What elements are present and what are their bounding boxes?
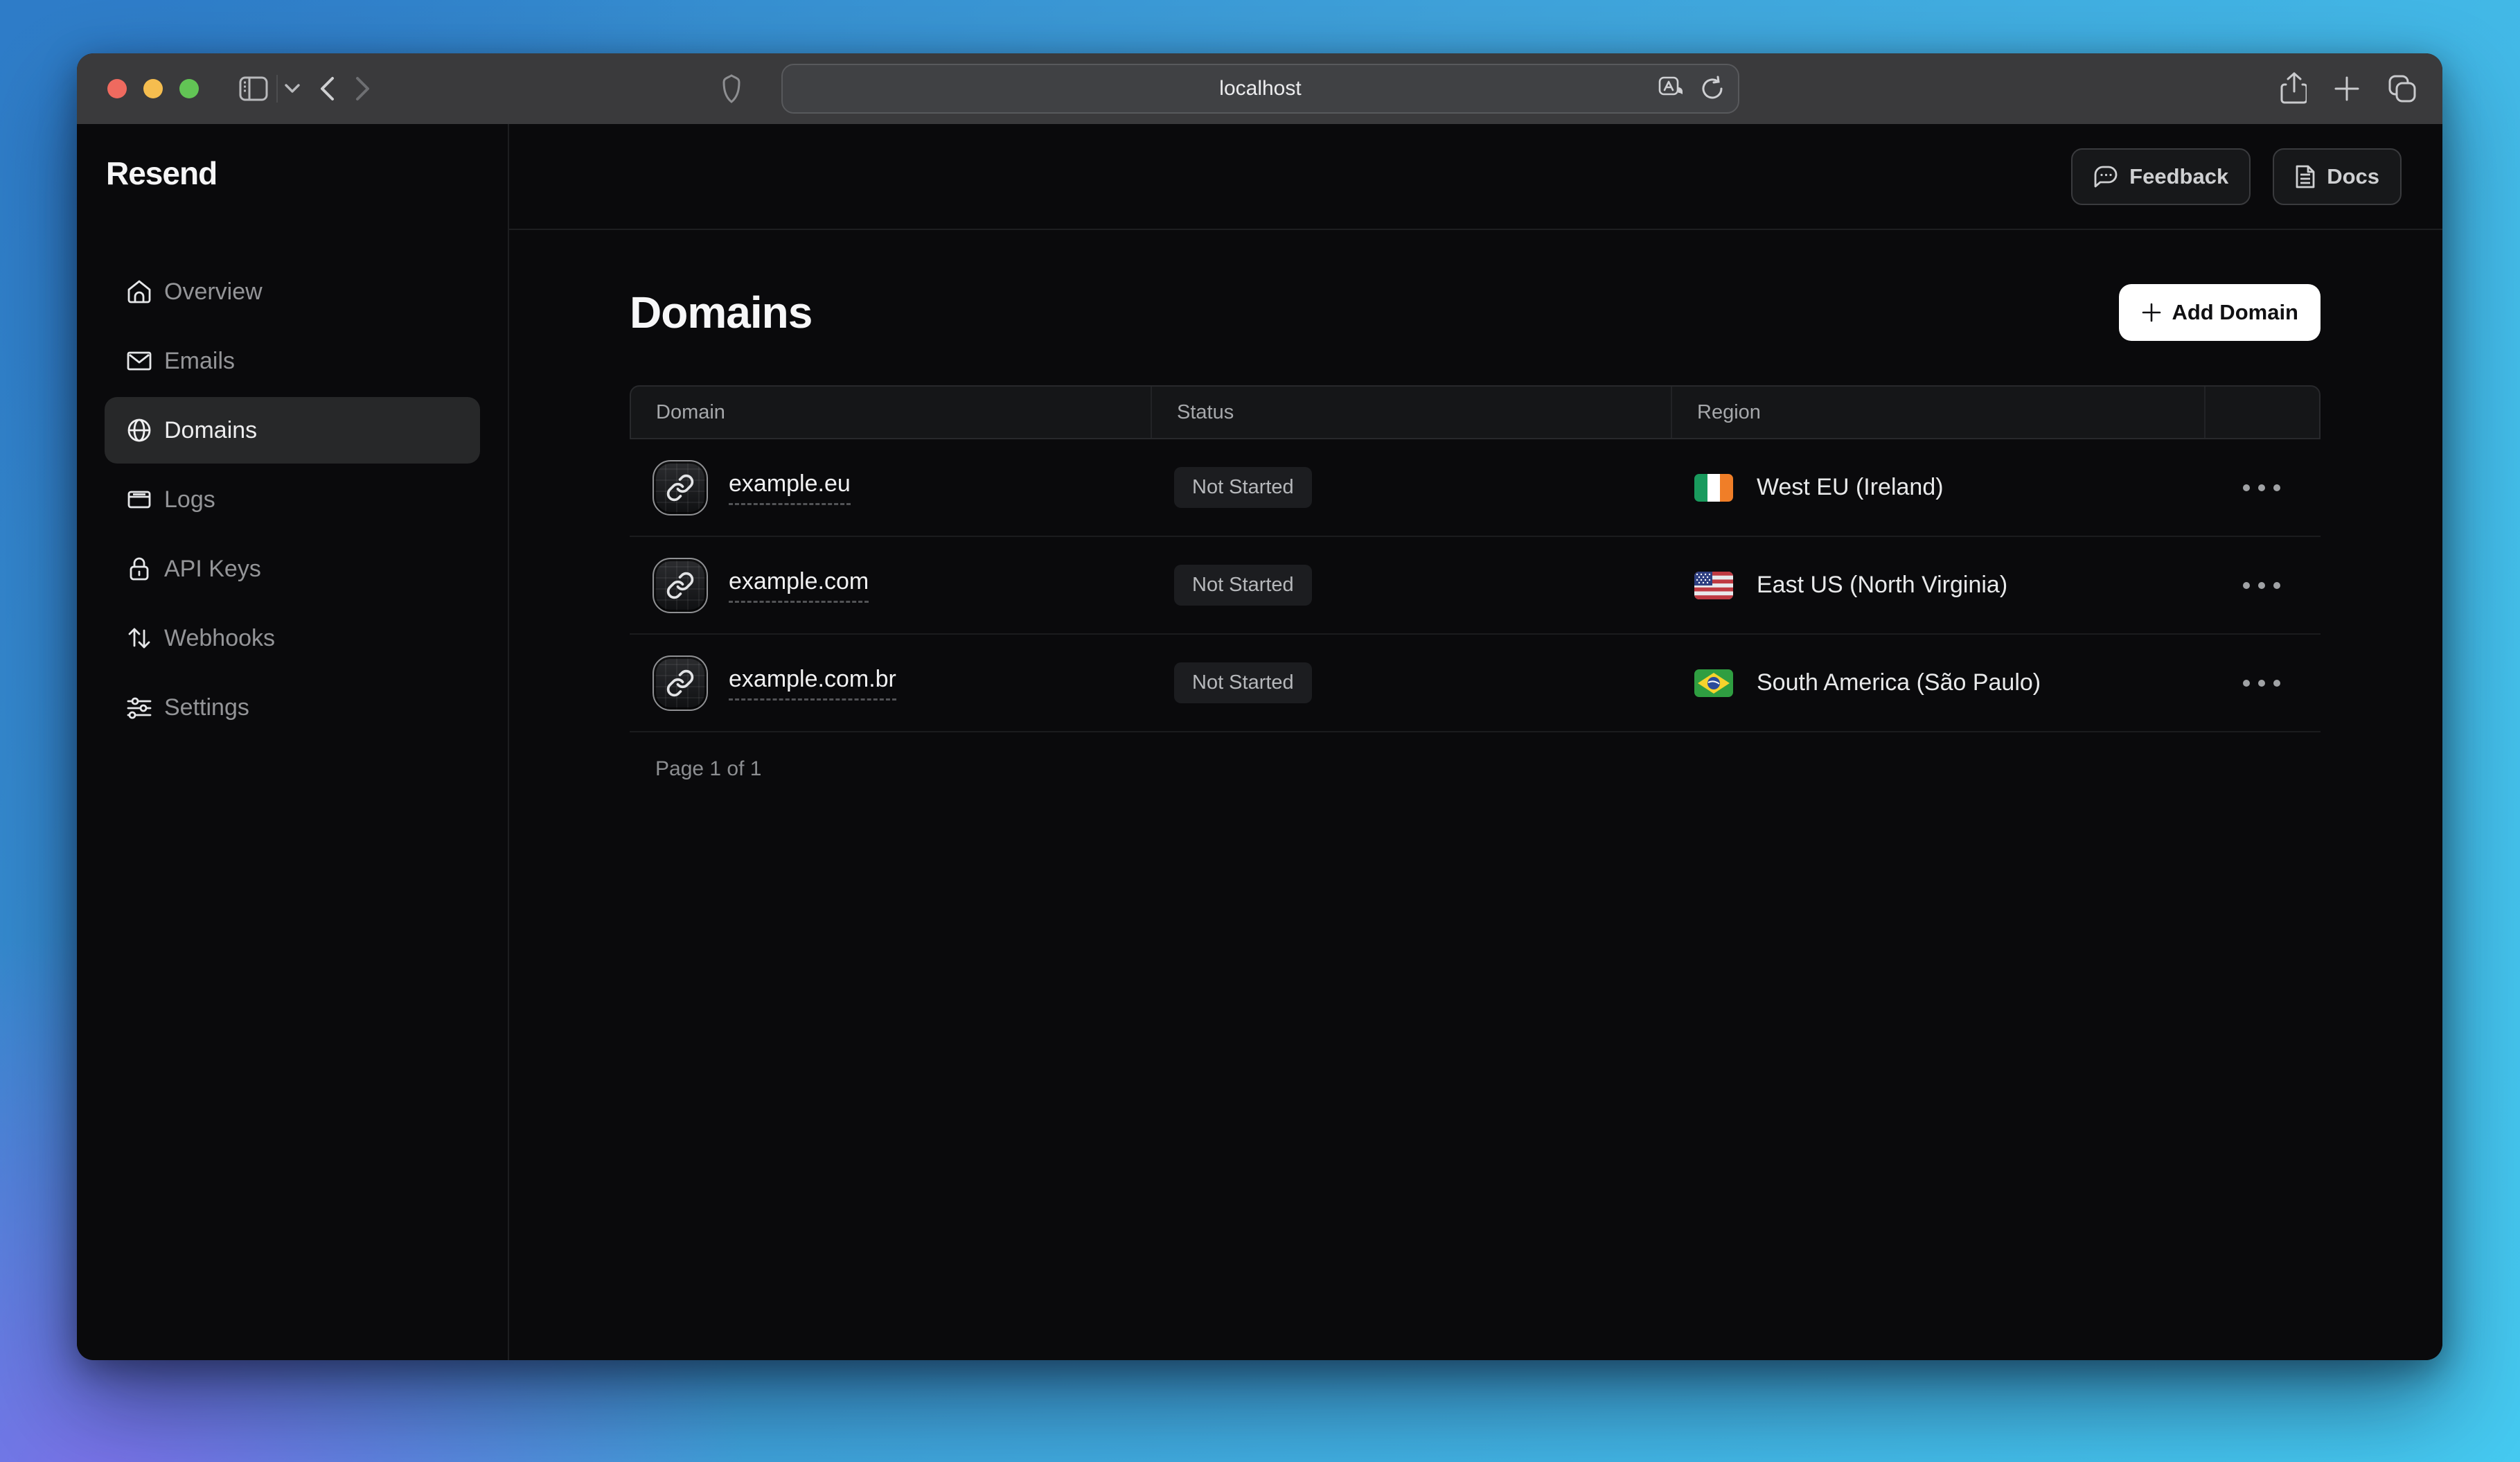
main-area: Feedback Docs Domains [509, 124, 2442, 1360]
sidebar-item-label: Webhooks [164, 625, 275, 652]
page-title: Domains [630, 287, 812, 338]
chain-link-icon [666, 669, 695, 698]
region-label: South America (São Paulo) [1757, 669, 2041, 696]
globe-icon [125, 416, 153, 444]
sidebar-nav: Overview Emails [77, 258, 508, 741]
share-button[interactable] [2279, 72, 2307, 105]
reload-icon [1699, 76, 1725, 102]
sidebar-item-logs[interactable]: Logs [105, 466, 480, 533]
sliders-icon [125, 694, 153, 721]
domain-name-link[interactable]: example.eu [729, 470, 851, 505]
sidebar-item-overview[interactable]: Overview [105, 258, 480, 325]
chevron-down-icon [285, 84, 300, 94]
privacy-shield-icon [722, 74, 740, 103]
domain-link-button[interactable] [653, 655, 708, 711]
back-button[interactable] [319, 76, 335, 101]
share-icon [2279, 72, 2307, 105]
browser-window: localhost [77, 53, 2442, 1360]
add-domain-button[interactable]: Add Domain [2119, 284, 2321, 341]
translate-button[interactable] [1658, 75, 1685, 103]
arrows-up-down-icon [125, 624, 153, 652]
sidebar-menu-chevron-button[interactable] [285, 84, 300, 94]
feedback-button[interactable]: Feedback [2071, 148, 2251, 205]
table-row[interactable]: example.eu Not Started West EU (Ireland) [630, 439, 2321, 537]
status-badge: Not Started [1174, 467, 1312, 508]
forward-button[interactable] [355, 76, 371, 101]
feedback-label: Feedback [2129, 164, 2228, 189]
home-icon [125, 278, 153, 306]
toolbar-separator [276, 75, 278, 103]
docs-button[interactable]: Docs [2273, 148, 2402, 205]
row-menu-button[interactable] [2233, 475, 2290, 501]
tabs-icon [2387, 73, 2417, 104]
pagination-label: Page 1 of 1 [630, 757, 2321, 781]
resend-app: Resend Overview [77, 124, 2442, 1360]
mail-icon [125, 347, 153, 375]
address-bar[interactable]: localhost [781, 64, 1739, 114]
domains-table: Domain Status Region [630, 385, 2321, 732]
sidebar-item-webhooks[interactable]: Webhooks [105, 605, 480, 671]
reload-button[interactable] [1699, 76, 1725, 102]
plus-icon [2333, 75, 2361, 103]
browser-toolbar: localhost [77, 53, 2442, 124]
address-text: localhost [1219, 77, 1301, 100]
resend-logo: Resend [106, 155, 508, 192]
new-tab-button[interactable] [2333, 75, 2361, 103]
sidebar-item-label: Settings [164, 694, 249, 721]
sidebar-item-label: Overview [164, 279, 263, 306]
sidebar-item-settings[interactable]: Settings [105, 674, 480, 741]
minimize-window-button[interactable] [143, 79, 163, 98]
sidebar: Resend Overview [77, 124, 509, 1360]
status-badge: Not Started [1174, 565, 1312, 606]
add-domain-label: Add Domain [2172, 300, 2298, 325]
brazil-flag-icon [1694, 669, 1733, 697]
column-header-region: Region [1671, 387, 2204, 438]
sidebar-item-label: Emails [164, 348, 235, 375]
region-label: East US (North Virginia) [1757, 572, 2007, 599]
page-content: Domains Add Domain Domain Status Region [509, 230, 2442, 781]
plus-icon [2141, 302, 2162, 323]
column-header-status: Status [1151, 387, 1671, 438]
table-header: Domain Status Region [630, 385, 2321, 439]
app-header: Feedback Docs [509, 124, 2442, 230]
status-badge: Not Started [1174, 662, 1312, 703]
sidebar-item-api-keys[interactable]: API Keys [105, 536, 480, 602]
sidebar-item-label: Domains [164, 417, 257, 444]
column-header-actions [2204, 387, 2319, 438]
close-window-button[interactable] [107, 79, 127, 98]
domain-link-button[interactable] [653, 558, 708, 613]
sidebar-item-label: API Keys [164, 556, 261, 583]
chain-link-icon [666, 473, 695, 502]
domain-name-link[interactable]: example.com.br [729, 666, 896, 701]
sidebar-item-domains[interactable]: Domains [105, 397, 480, 464]
sidebar-item-emails[interactable]: Emails [105, 328, 480, 394]
ireland-flag-icon [1694, 474, 1733, 502]
lock-icon [125, 555, 153, 583]
chevron-right-icon [355, 76, 371, 101]
table-row[interactable]: example.com.br Not Started [630, 635, 2321, 732]
chevron-left-icon [319, 76, 335, 101]
row-menu-button[interactable] [2233, 670, 2290, 696]
row-menu-button[interactable] [2233, 572, 2290, 599]
traffic-lights [107, 79, 199, 98]
sidebar-toggle-icon [239, 76, 268, 101]
us-flag-icon [1694, 572, 1733, 599]
column-header-domain: Domain [631, 387, 1151, 438]
tab-overview-button[interactable] [2387, 73, 2417, 104]
translate-icon [1658, 75, 1685, 103]
sidebar-item-label: Logs [164, 486, 215, 513]
domain-name-link[interactable]: example.com [729, 568, 869, 603]
chain-link-icon [666, 571, 695, 600]
domain-link-button[interactable] [653, 460, 708, 516]
region-label: West EU (Ireland) [1757, 474, 1944, 501]
feedback-bubble-icon [2093, 165, 2118, 188]
zoom-window-button[interactable] [179, 79, 199, 98]
sidebar-toggle-button[interactable] [239, 76, 268, 101]
document-icon [2295, 164, 2316, 189]
logs-icon [125, 486, 153, 513]
table-row[interactable]: example.com Not Started [630, 537, 2321, 635]
docs-label: Docs [2327, 164, 2379, 189]
